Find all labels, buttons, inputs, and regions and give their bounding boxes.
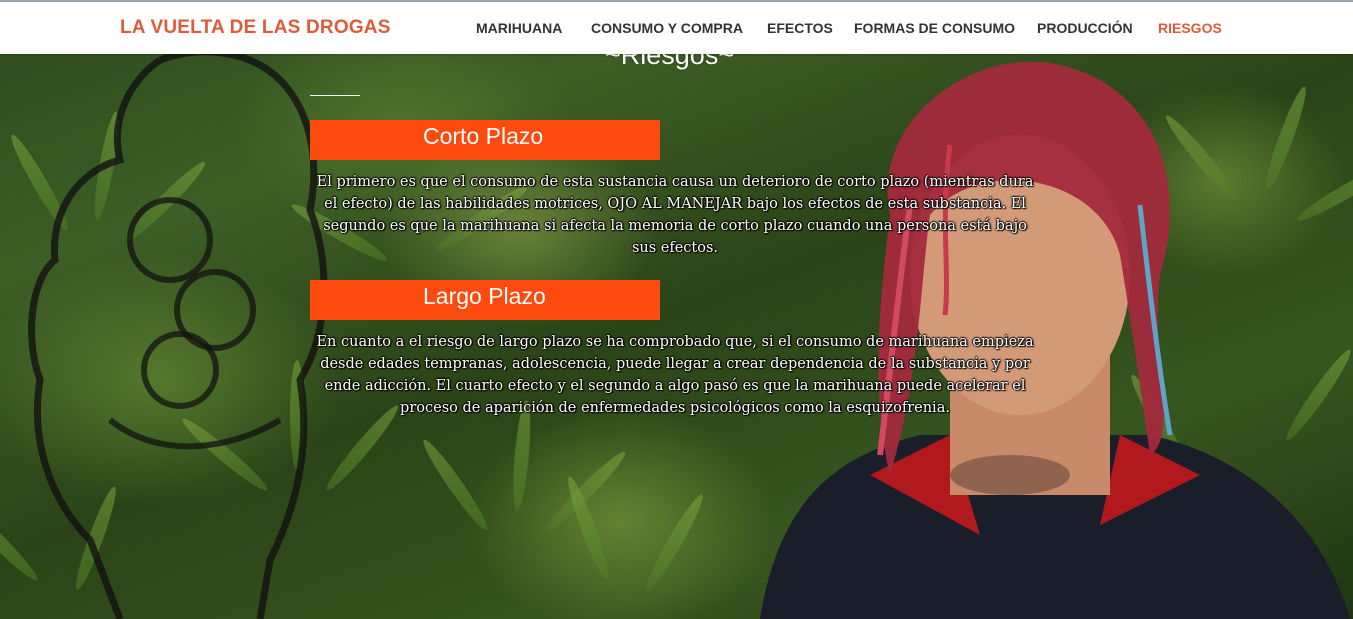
- short-term-heading-label: Corto Plazo: [423, 123, 544, 149]
- title-divider: [310, 95, 360, 96]
- nav-item-produccion[interactable]: PRODUCCIÓN: [1037, 20, 1133, 36]
- fist-outline-graphic: [28, 48, 328, 619]
- long-term-heading-label: Largo Plazo: [423, 283, 546, 309]
- long-term-heading: Largo Plazo: [310, 280, 660, 320]
- nav-item-riesgos[interactable]: RIESGOS: [1158, 20, 1222, 36]
- nav-item-marihuana[interactable]: MARIHUANA: [476, 20, 562, 36]
- long-term-text: En cuanto a el riesgo de largo plazo se …: [316, 334, 1034, 416]
- navbar: LA VUELTA DE LAS DROGAS MARIHUANA CONSUM…: [0, 2, 1353, 54]
- site-brand[interactable]: LA VUELTA DE LAS DROGAS: [120, 17, 391, 39]
- page: LA VUELTA DE LAS DROGAS MARIHUANA CONSUM…: [0, 0, 1353, 619]
- nav-item-consumo-y-compra[interactable]: CONSUMO Y COMPRA: [591, 20, 743, 36]
- nav-item-formas-de-consumo[interactable]: FORMAS DE CONSUMO: [854, 20, 1015, 36]
- short-term-heading: Corto Plazo: [310, 120, 660, 160]
- nav-item-efectos[interactable]: EFECTOS: [767, 20, 833, 36]
- short-term-text: El primero es que el consumo de esta sus…: [316, 174, 1034, 256]
